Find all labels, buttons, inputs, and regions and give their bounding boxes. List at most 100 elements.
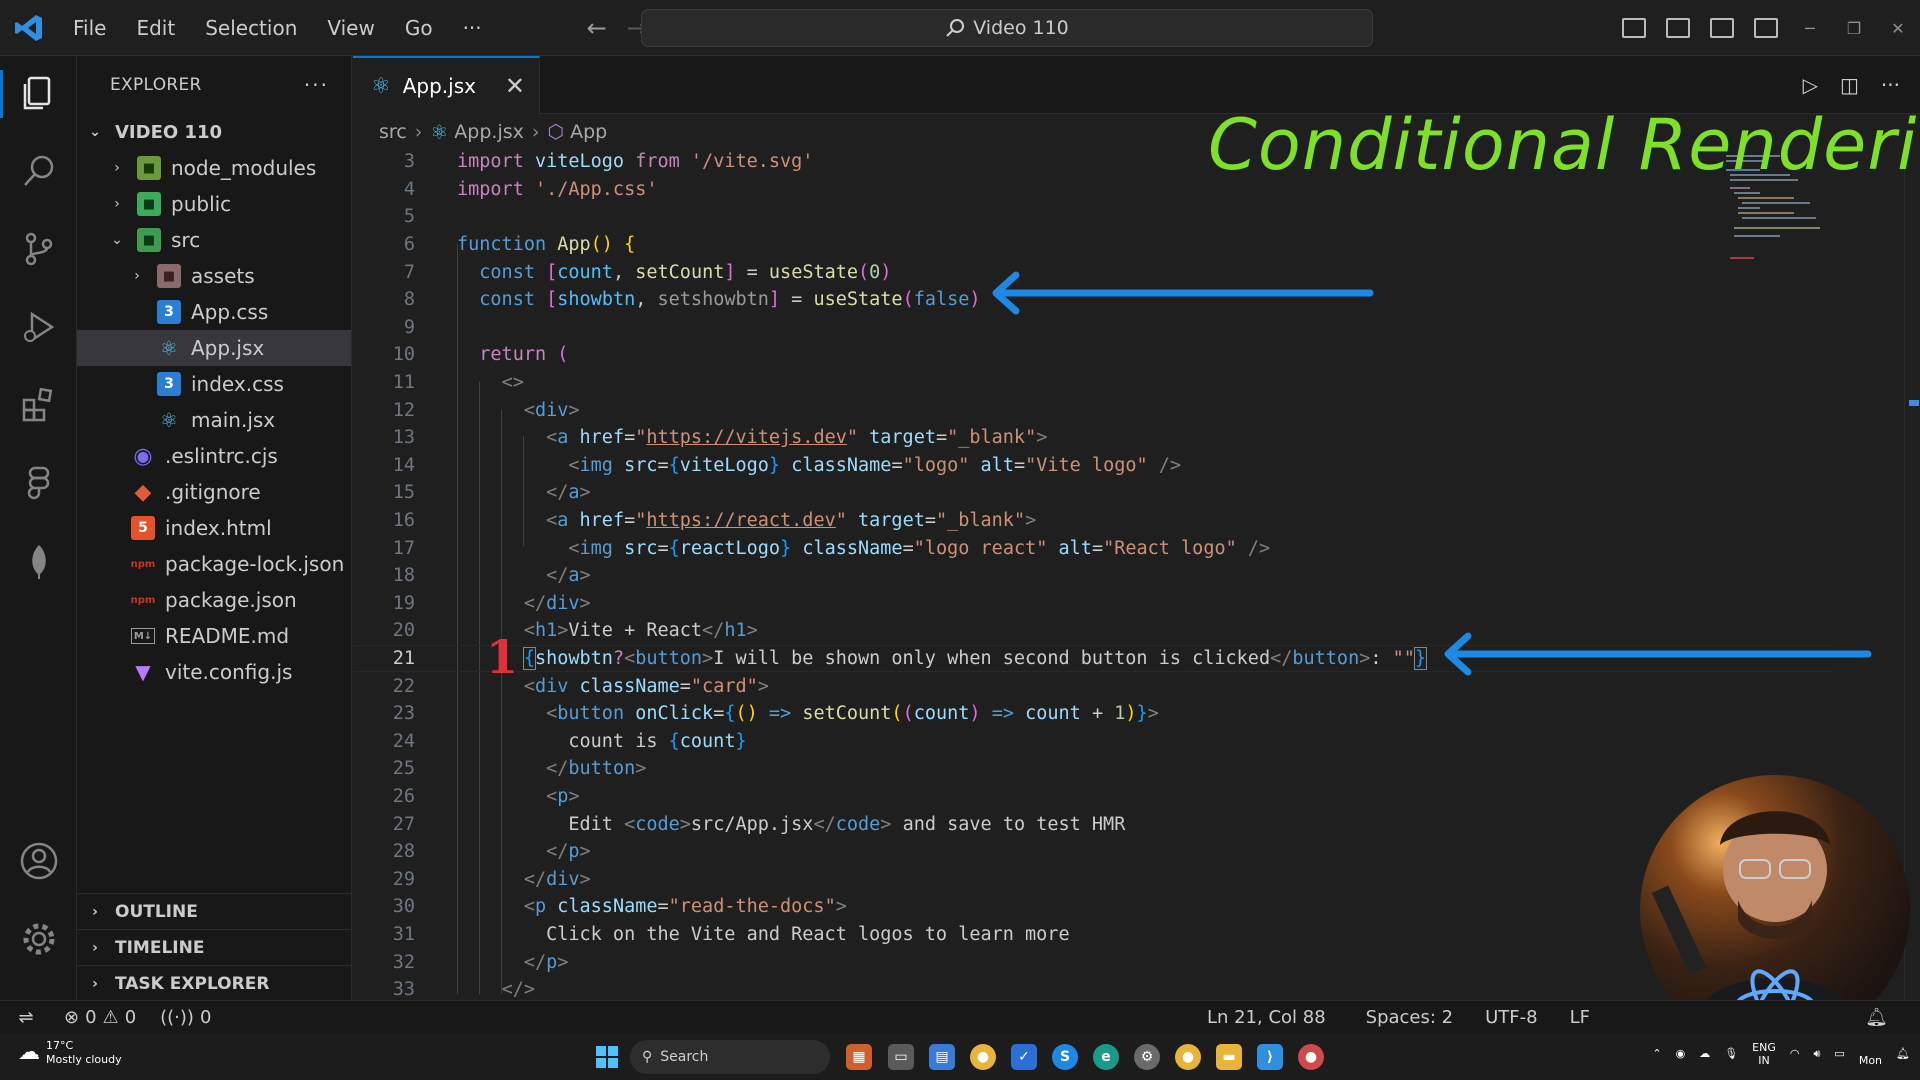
tree-item-package-lock[interactable]: npm package-lock.json: [77, 546, 351, 582]
close-tab-icon[interactable]: ✕: [505, 72, 525, 100]
toggle-primary-sidebar-icon[interactable]: [1622, 18, 1646, 38]
close-window-icon[interactable]: ✕: [1876, 19, 1920, 38]
command-center-text: Video 110: [973, 17, 1069, 39]
back-arrow-icon[interactable]: ←: [587, 14, 607, 42]
command-center-search[interactable]: Video 110: [641, 9, 1373, 47]
chrome-profile-icon[interactable]: ●: [1298, 1044, 1324, 1070]
ports-indicator[interactable]: ((·)) 0: [160, 1007, 211, 1028]
tree-item-src[interactable]: ⌄ ■ src: [77, 222, 351, 258]
more-actions-icon[interactable]: ···: [1881, 73, 1900, 97]
task-view-icon[interactable]: ▭: [888, 1044, 914, 1070]
chrome-alt-icon[interactable]: ●: [1175, 1044, 1201, 1070]
menu-more[interactable]: ···: [448, 16, 497, 40]
breadcrumb-symbol[interactable]: App: [570, 121, 607, 143]
windows-start-icon[interactable]: [594, 1044, 620, 1070]
tree-item-label: package.json: [165, 588, 297, 612]
onedrive-cloud-icon[interactable]: ☁: [1699, 1047, 1710, 1060]
notification-icon[interactable]: 🔔︎: [1896, 1047, 1910, 1060]
tree-item-index-html[interactable]: 5 index.html: [77, 510, 351, 546]
editor-scrollbar[interactable]: [1904, 148, 1920, 1000]
todo-icon[interactable]: ✓: [1011, 1044, 1037, 1070]
calendar-icon[interactable]: ▤: [929, 1044, 955, 1070]
figma-icon[interactable]: [18, 462, 60, 504]
run-debug-icon[interactable]: [18, 306, 60, 348]
tray-app-icon[interactable]: ◉: [1676, 1047, 1686, 1060]
workspace-root[interactable]: ⌄ VIDEO 110: [77, 114, 351, 150]
breadcrumb-src[interactable]: src: [379, 121, 407, 143]
tree-item-app-jsx[interactable]: ⚛ App.jsx: [77, 330, 351, 366]
extensions-icon[interactable]: [18, 384, 60, 426]
weather-widget[interactable]: ☁ 17°C Mostly cloudy: [18, 1039, 122, 1067]
end-of-line[interactable]: LF: [1570, 1007, 1590, 1028]
tree-item-package-json[interactable]: npm package.json: [77, 582, 351, 618]
taskbar-search[interactable]: ⚲ Search: [630, 1040, 830, 1074]
folder-src-icon: ■: [137, 228, 161, 252]
code-line: 26 <p>: [392, 786, 580, 808]
language-indicator[interactable]: ENG IN: [1752, 1041, 1776, 1067]
notifications-bell-icon[interactable]: 🔔︎: [1865, 1007, 1888, 1028]
skype-icon[interactable]: S: [1052, 1044, 1078, 1070]
clock[interactable]: Mon: [1859, 1054, 1882, 1067]
html-file-icon: 5: [131, 516, 155, 540]
explorer-files-icon[interactable]: [18, 72, 60, 114]
indentation[interactable]: Spaces: 2: [1366, 1007, 1453, 1028]
tree-item-readme[interactable]: M↓ README.md: [77, 618, 351, 654]
tree-item-eslintrc[interactable]: ◉ .eslintrc.cjs: [77, 438, 351, 474]
react-file-icon: ⚛: [160, 408, 178, 432]
remote-indicator-icon[interactable]: ⇌: [0, 1000, 52, 1035]
tree-item-label: public: [171, 192, 232, 216]
run-icon[interactable]: ▷: [1803, 73, 1818, 97]
more-actions-icon[interactable]: ···: [304, 73, 329, 97]
tree-item-assets[interactable]: › ■ assets: [77, 258, 351, 294]
timeline-section[interactable]: › TIMELINE: [77, 929, 352, 965]
tab-app-jsx[interactable]: ⚛ App.jsx ✕: [353, 56, 540, 114]
search-icon[interactable]: [18, 150, 60, 192]
menu-file[interactable]: File: [58, 16, 121, 40]
menu-selection[interactable]: Selection: [190, 16, 312, 40]
encoding[interactable]: UTF-8: [1485, 1007, 1537, 1028]
widgets-icon[interactable]: ▦: [846, 1044, 872, 1070]
split-editor-icon[interactable]: ◫: [1840, 73, 1859, 97]
chrome-icon[interactable]: ●: [970, 1044, 996, 1070]
tree-item-main-jsx[interactable]: ⚛ main.jsx: [77, 402, 351, 438]
title-bar: File Edit Selection View Go ··· ← → Vide…: [0, 0, 1920, 56]
breadcrumb-file[interactable]: App.jsx: [454, 121, 524, 143]
tree-item-label: index.css: [191, 372, 284, 396]
customize-layout-icon[interactable]: [1754, 18, 1778, 38]
microphone-icon[interactable]: 🎙︎: [1724, 1047, 1738, 1060]
menu-edit[interactable]: Edit: [121, 16, 190, 40]
tree-item-index-css[interactable]: 3 index.css: [77, 366, 351, 402]
outline-section[interactable]: › OUTLINE: [77, 893, 352, 929]
vscode-taskbar-icon[interactable]: ⟩: [1257, 1044, 1283, 1070]
tree-item-node-modules[interactable]: › ■ node_modules: [77, 150, 351, 186]
chevron-up-icon[interactable]: ⌃: [1652, 1047, 1661, 1060]
volume-icon[interactable]: 🔊︎: [1813, 1047, 1820, 1061]
minimize-icon[interactable]: ─: [1788, 19, 1832, 38]
tree-item-app-css[interactable]: 3 App.css: [77, 294, 351, 330]
tree-item-vite-config[interactable]: ▼ vite.config.js: [77, 654, 351, 690]
account-icon[interactable]: [18, 840, 60, 882]
tree-item-label: assets: [191, 264, 255, 288]
task-explorer-section[interactable]: › TASK EXPLORER: [77, 965, 352, 1001]
code-line: 17 <img src={reactLogo} className="logo …: [392, 537, 1271, 559]
toggle-panel-icon[interactable]: [1666, 18, 1690, 38]
chevron-right-icon: ›: [114, 196, 120, 212]
mongodb-leaf-icon[interactable]: [18, 540, 60, 582]
folder-node-icon: ■: [137, 156, 161, 180]
tree-item-gitignore[interactable]: ◆ .gitignore: [77, 474, 351, 510]
file-explorer-icon[interactable]: ▬: [1216, 1044, 1242, 1070]
battery-icon[interactable]: ▭: [1834, 1047, 1844, 1060]
settings-gear-icon[interactable]: [18, 918, 60, 960]
edge-icon[interactable]: e: [1093, 1044, 1119, 1070]
source-control-icon[interactable]: [18, 228, 60, 270]
menu-view[interactable]: View: [312, 16, 389, 40]
cursor-position[interactable]: Ln 21, Col 88: [1207, 1007, 1326, 1028]
settings-gear-icon[interactable]: ⚙: [1134, 1044, 1160, 1070]
code-line: 9: [403, 316, 415, 338]
menu-go[interactable]: Go: [390, 16, 448, 40]
restore-icon[interactable]: ❐: [1832, 19, 1876, 38]
tree-item-public[interactable]: › ■ public: [77, 186, 351, 222]
wifi-icon[interactable]: ◠: [1790, 1047, 1800, 1060]
toggle-secondary-sidebar-icon[interactable]: [1710, 18, 1734, 38]
problems-indicator[interactable]: ⊗ 0 ⚠ 0: [64, 1007, 136, 1028]
